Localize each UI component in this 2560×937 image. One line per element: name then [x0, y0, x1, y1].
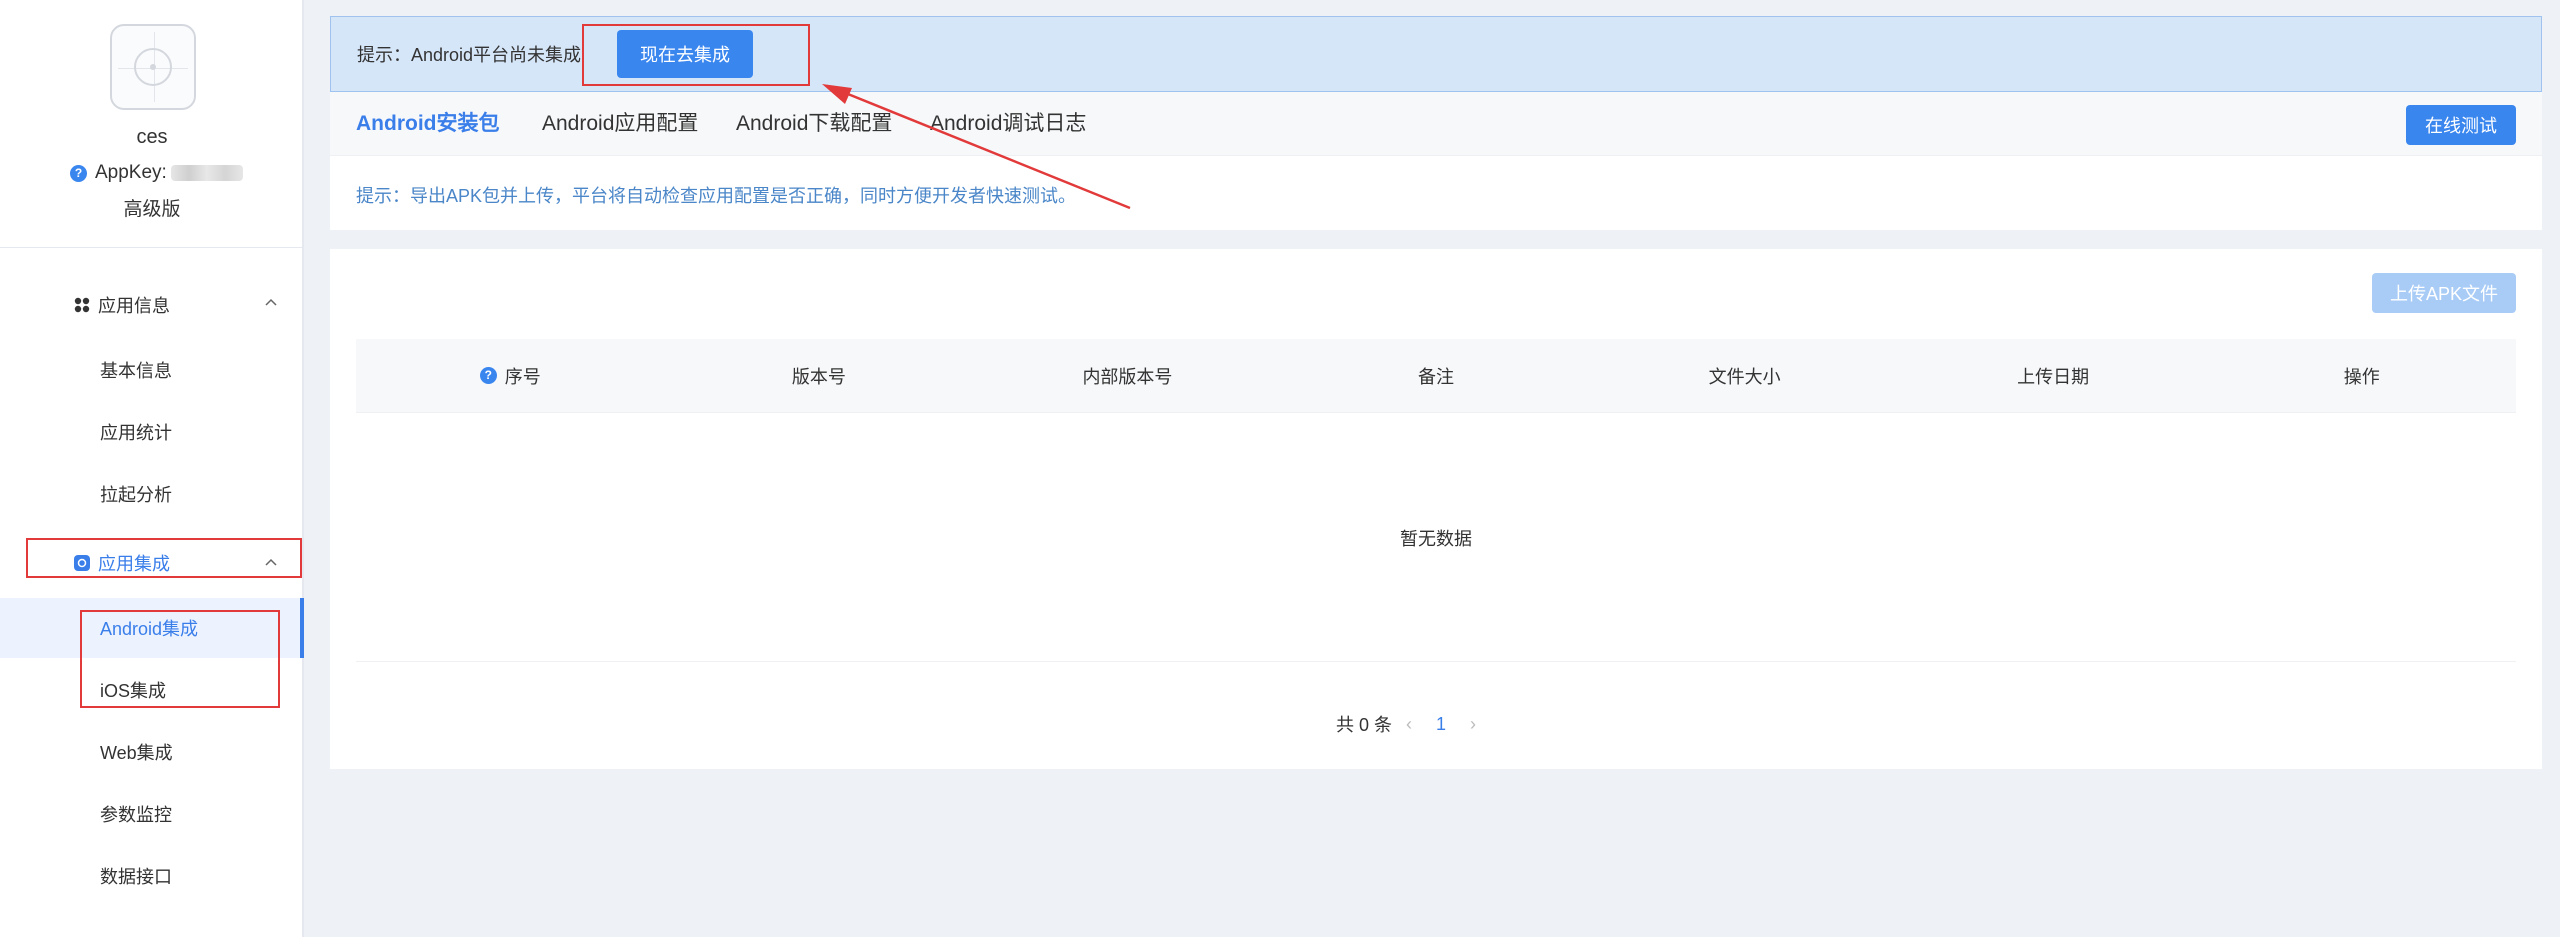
tabs-card: Android安装包 Android应用配置 Android下载配置 Andro… [330, 92, 2542, 230]
upload-apk-button[interactable]: 上传APK文件 [2372, 273, 2516, 313]
column-header-remark: 备注 [1418, 366, 1455, 387]
apk-table-card: 上传APK文件 ? 序号 版本号 内部版本号 备注 文件大小 上传日期 操作 暂… [330, 249, 2542, 769]
grid-icon [74, 297, 90, 313]
sidebar-item-app-stats[interactable]: 应用统计 [0, 402, 302, 462]
app-name: ces [136, 126, 168, 148]
column-header-internal-version: 内部版本号 [1082, 366, 1173, 387]
appkey-value-redacted [170, 165, 243, 181]
nav-group-app-info[interactable]: 应用信息 [74, 292, 170, 318]
pagination-page[interactable]: 1 [1436, 714, 1446, 735]
app-header: ces ? AppKey: 高级版 [0, 0, 304, 248]
sidebar-item-label: iOS集成 [100, 681, 167, 701]
sidebar-item-label: 基本信息 [100, 361, 172, 381]
empty-state: 暂无数据 [1400, 529, 1472, 549]
column-header-index: ? 序号 [356, 363, 665, 389]
tab-android-debug-log[interactable]: Android调试日志 [930, 92, 1086, 156]
nav-group-label: 应用集成 [98, 554, 170, 574]
sidebar-item-label: 应用统计 [100, 423, 172, 443]
nav-group-label: 应用信息 [98, 296, 170, 316]
sidebar-item-label: 拉起分析 [100, 485, 172, 505]
sidebar-item-android-integration[interactable]: Android集成 [0, 598, 304, 658]
appkey-label: AppKey: [95, 162, 167, 183]
chevron-up-icon[interactable] [265, 558, 277, 566]
chevron-left-icon[interactable]: ‹ [1406, 714, 1412, 735]
pagination: 共 0 条 ‹ 1 › [1336, 711, 1490, 737]
sidebar-item-label: Android集成 [100, 619, 199, 639]
table-divider [356, 661, 2516, 662]
pagination-total: 共 0 条 [1336, 715, 1393, 735]
integration-icon [74, 555, 90, 571]
tab-android-app-config[interactable]: Android应用配置 [542, 92, 698, 156]
column-header-actions: 操作 [2343, 366, 2380, 387]
tab-android-download-config[interactable]: Android下载配置 [736, 92, 892, 156]
sidebar-item-label: 参数监控 [100, 805, 172, 825]
chevron-right-icon[interactable]: › [1470, 714, 1476, 735]
tab-bar: Android安装包 Android应用配置 Android下载配置 Andro… [330, 92, 2542, 156]
chevron-up-icon[interactable] [265, 298, 277, 306]
nav-group-app-integration[interactable]: 应用集成 [74, 550, 170, 576]
sidebar-item-param-monitor[interactable]: 参数监控 [0, 784, 302, 844]
app-edition: 高级版 [123, 199, 181, 220]
online-test-button[interactable]: 在线测试 [2406, 105, 2516, 145]
appkey: ? AppKey: [70, 162, 243, 184]
sidebar: ces ? AppKey: 高级版 应用信息 基本信息 应用统计 拉起分析 应用… [0, 0, 304, 937]
sidebar-item-label: 数据接口 [100, 867, 172, 887]
sidebar-item-basic-info[interactable]: 基本信息 [0, 340, 302, 400]
sidebar-item-data-api[interactable]: 数据接口 [0, 846, 302, 906]
app-logo [110, 24, 196, 110]
column-header-upload-date: 上传日期 [2017, 366, 2090, 387]
column-header-version: 版本号 [791, 366, 846, 387]
help-icon[interactable]: ? [70, 164, 87, 182]
integration-notice: 提示：Android平台尚未集成 现在去集成 [330, 16, 2542, 92]
sidebar-item-label: Web集成 [100, 743, 173, 763]
notice-text: 提示：Android平台尚未集成 [357, 45, 582, 65]
tab-android-package[interactable]: Android安装包 [356, 92, 499, 156]
sidebar-item-web-integration[interactable]: Web集成 [0, 722, 302, 782]
sidebar-item-ios-integration[interactable]: iOS集成 [0, 660, 302, 720]
upload-hint: 提示：导出APK包并上传，平台将自动检查应用配置是否正确，同时方便开发者快速测试… [356, 186, 1077, 206]
integrate-now-button[interactable]: 现在去集成 [617, 30, 753, 78]
sidebar-item-launch-analysis[interactable]: 拉起分析 [0, 464, 302, 524]
column-header-file-size: 文件大小 [1708, 366, 1781, 387]
help-icon[interactable]: ? [479, 367, 497, 384]
table-header: ? 序号 版本号 内部版本号 备注 文件大小 上传日期 操作 [356, 339, 2516, 413]
